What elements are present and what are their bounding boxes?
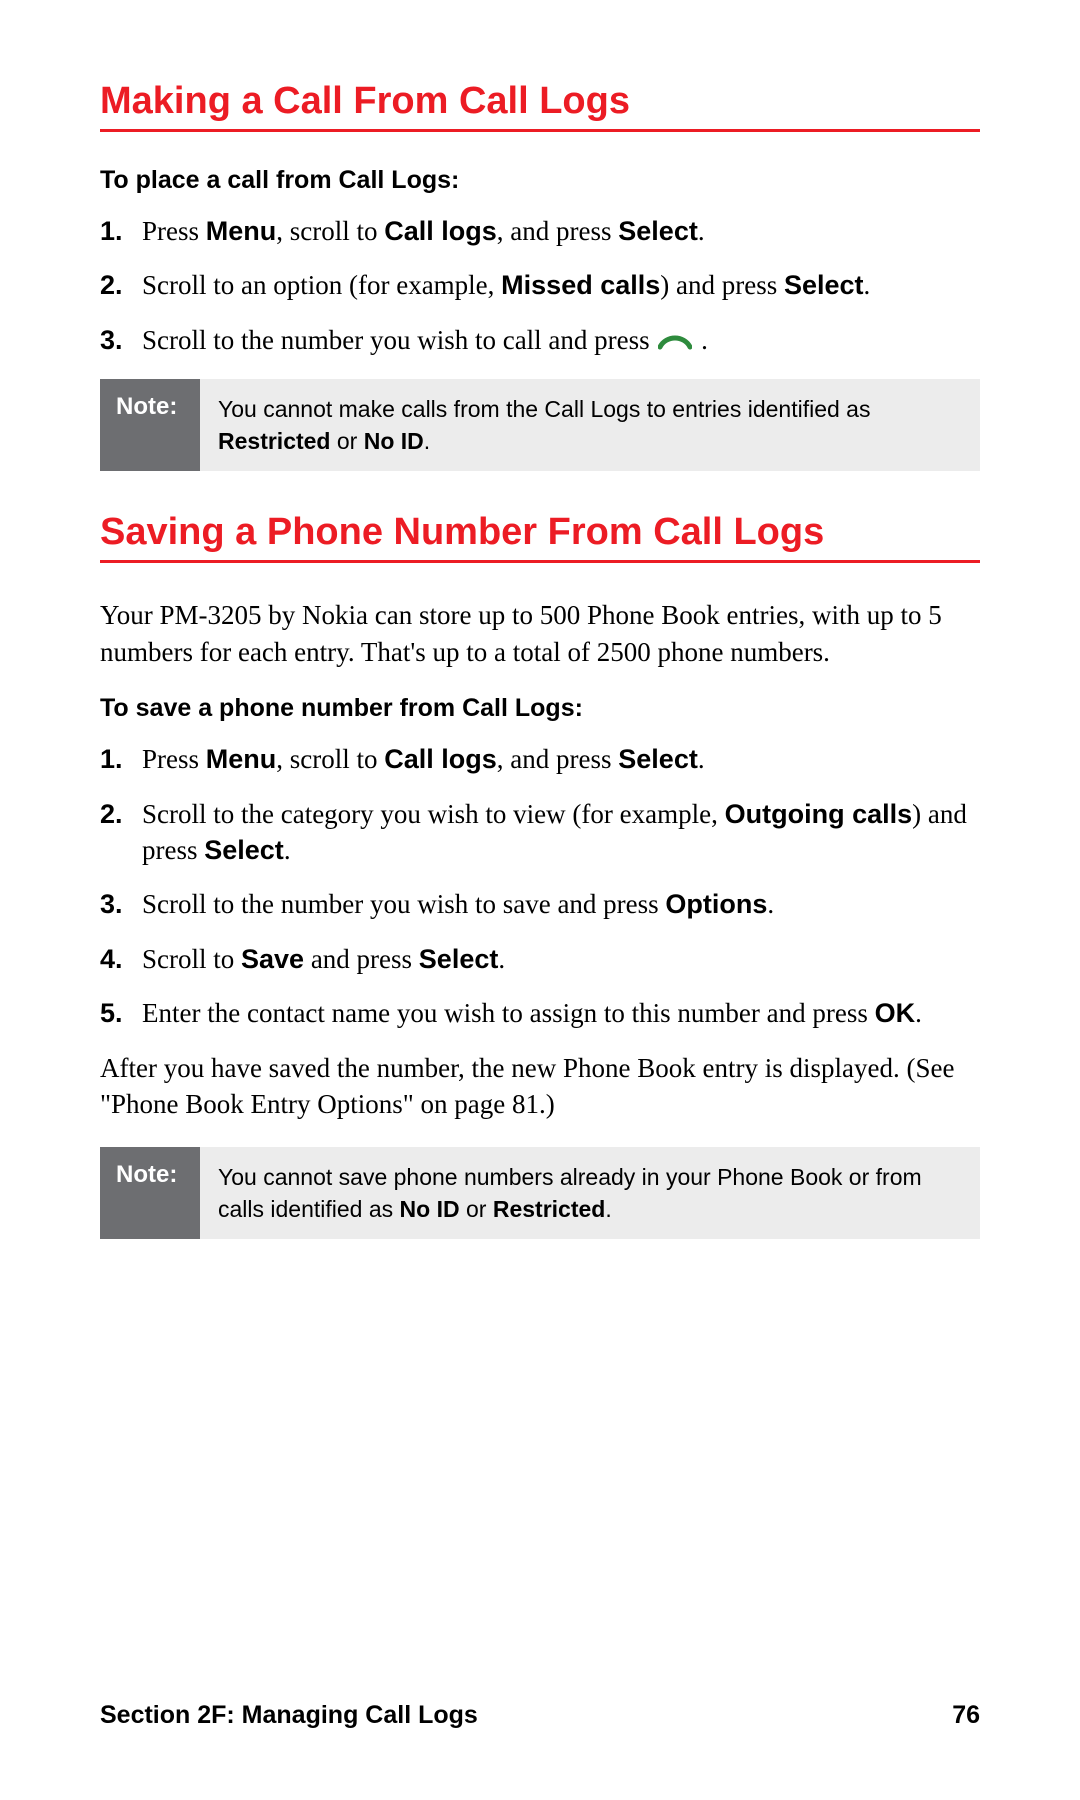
menu-label: Menu bbox=[206, 744, 277, 774]
step-item: Scroll to the category you wish to view … bbox=[142, 796, 980, 869]
call-logs-label: Call logs bbox=[384, 744, 497, 774]
footer-section-title: Section 2F: Managing Call Logs bbox=[100, 1701, 478, 1730]
step-text: . bbox=[498, 944, 505, 974]
note-box-restricted-call: Note: You cannot make calls from the Cal… bbox=[100, 379, 980, 471]
menu-label: Menu bbox=[206, 216, 277, 246]
step-text: . bbox=[864, 270, 871, 300]
note-body: You cannot save phone numbers already in… bbox=[200, 1147, 980, 1239]
step-text: . bbox=[694, 325, 708, 355]
step-text: . bbox=[698, 216, 705, 246]
step-item: Press Menu, scroll to Call logs, and pre… bbox=[142, 213, 980, 249]
note-label: Note: bbox=[100, 379, 200, 471]
note-text: . bbox=[605, 1196, 611, 1222]
note-box-no-save: Note: You cannot save phone numbers alre… bbox=[100, 1147, 980, 1239]
heading-making-call: Making a Call From Call Logs bbox=[100, 80, 980, 132]
subhead-place-call: To place a call from Call Logs: bbox=[100, 166, 980, 195]
select-label: Select bbox=[784, 270, 864, 300]
step-text: Enter the contact name you wish to assig… bbox=[142, 998, 875, 1028]
note-body: You cannot make calls from the Call Logs… bbox=[200, 379, 980, 471]
missed-calls-label: Missed calls bbox=[501, 270, 660, 300]
step-text: Scroll to the number you wish to call an… bbox=[142, 325, 656, 355]
step-item: Enter the contact name you wish to assig… bbox=[142, 995, 980, 1031]
after-save-paragraph: After you have saved the number, the new… bbox=[100, 1050, 980, 1123]
no-id-label: No ID bbox=[400, 1196, 460, 1222]
step-text: Scroll to bbox=[142, 944, 241, 974]
intro-paragraph: Your PM-3205 by Nokia can store up to 50… bbox=[100, 597, 980, 670]
note-text: or bbox=[330, 428, 363, 454]
ok-label: OK bbox=[875, 998, 916, 1028]
step-text: , scroll to bbox=[276, 216, 384, 246]
step-text: Scroll to an option (for example, bbox=[142, 270, 501, 300]
step-text: and press bbox=[304, 944, 419, 974]
step-text: , scroll to bbox=[276, 744, 384, 774]
options-label: Options bbox=[665, 889, 767, 919]
note-text: You cannot make calls from the Call Logs… bbox=[218, 396, 870, 422]
step-text: , and press bbox=[497, 744, 618, 774]
select-label: Select bbox=[419, 944, 499, 974]
subhead-save-number: To save a phone number from Call Logs: bbox=[100, 694, 980, 723]
step-text: Scroll to the number you wish to save an… bbox=[142, 889, 665, 919]
restricted-label: Restricted bbox=[493, 1196, 605, 1222]
select-label: Select bbox=[618, 744, 698, 774]
step-item: Scroll to the number you wish to call an… bbox=[142, 322, 980, 361]
call-logs-label: Call logs bbox=[384, 216, 497, 246]
outgoing-calls-label: Outgoing calls bbox=[725, 799, 913, 829]
step-item: Press Menu, scroll to Call logs, and pre… bbox=[142, 741, 980, 777]
step-item: Scroll to the number you wish to save an… bbox=[142, 886, 980, 922]
step-item: Scroll to an option (for example, Missed… bbox=[142, 267, 980, 303]
step-text: , and press bbox=[497, 216, 618, 246]
note-text: . bbox=[424, 428, 430, 454]
step-text: . bbox=[698, 744, 705, 774]
step-text: . bbox=[284, 835, 291, 865]
heading-saving-number: Saving a Phone Number From Call Logs bbox=[100, 511, 980, 563]
page-content: Making a Call From Call Logs To place a … bbox=[0, 0, 1080, 1239]
steps-place-call: Press Menu, scroll to Call logs, and pre… bbox=[100, 213, 980, 361]
restricted-label: Restricted bbox=[218, 428, 330, 454]
select-label: Select bbox=[618, 216, 698, 246]
page-footer: Section 2F: Managing Call Logs 76 bbox=[100, 1701, 980, 1730]
no-id-label: No ID bbox=[364, 428, 424, 454]
call-key-icon bbox=[658, 324, 692, 360]
step-text: . bbox=[767, 889, 774, 919]
step-text: Press bbox=[142, 216, 206, 246]
steps-save-number: Press Menu, scroll to Call logs, and pre… bbox=[100, 741, 980, 1032]
step-text: Scroll to the category you wish to view … bbox=[142, 799, 725, 829]
footer-page-number: 76 bbox=[952, 1701, 980, 1730]
note-text: or bbox=[460, 1196, 493, 1222]
step-item: Scroll to Save and press Select. bbox=[142, 941, 980, 977]
step-text: Press bbox=[142, 744, 206, 774]
note-label: Note: bbox=[100, 1147, 200, 1239]
step-text: ) and press bbox=[660, 270, 784, 300]
save-label: Save bbox=[241, 944, 304, 974]
select-label: Select bbox=[204, 835, 284, 865]
step-text: . bbox=[915, 998, 922, 1028]
